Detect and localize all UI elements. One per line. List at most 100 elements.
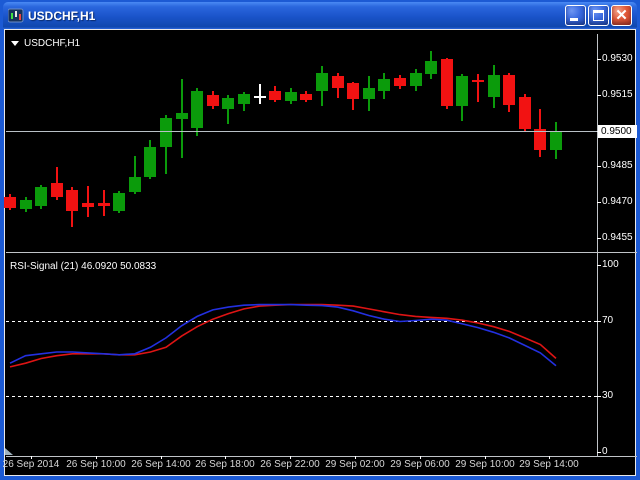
candle-body <box>222 98 234 109</box>
time-axis-label: 29 Sep 10:00 <box>455 459 515 471</box>
candle-wick <box>25 197 27 212</box>
candle-wick <box>243 92 245 111</box>
time-axis-label: 26 Sep 22:00 <box>260 459 320 471</box>
rsi-tick <box>597 396 601 397</box>
rsi-level-line <box>6 321 597 322</box>
candle-wick <box>212 91 214 109</box>
candle-wick <box>274 86 276 102</box>
indicator-panel[interactable] <box>6 253 597 456</box>
rsi-axis-label: 70 <box>602 315 613 327</box>
candle-wick <box>227 95 229 124</box>
candle-wick <box>430 51 432 79</box>
candle-wick <box>415 69 417 91</box>
candle-body <box>332 76 344 88</box>
rsi-axis-label: 0 <box>602 446 608 458</box>
rsi-axis-label: 30 <box>602 390 613 402</box>
candle-wick <box>383 73 385 99</box>
time-axis-label: 29 Sep 02:00 <box>325 459 385 471</box>
time-axis-label: 29 Sep 14:00 <box>519 459 579 471</box>
candle-wick <box>103 190 105 216</box>
chart-shift-triangle-icon <box>5 448 14 456</box>
candle-wick <box>508 73 510 112</box>
signal-line <box>10 305 556 367</box>
price-tick <box>597 59 601 60</box>
candle-wick <box>337 73 339 98</box>
time-axis-label: 26 Sep 18:00 <box>195 459 255 471</box>
price-tick <box>597 95 601 96</box>
candle-body <box>98 203 110 206</box>
candle-body <box>519 97 531 129</box>
indicator-separator[interactable] <box>6 252 637 253</box>
time-axis-label: 26 Sep 2014 <box>3 459 60 471</box>
candle-wick <box>493 65 495 108</box>
symbol-arrow-icon <box>11 41 19 46</box>
candle-wick <box>399 75 401 89</box>
candle-wick <box>461 74 463 121</box>
time-tick <box>485 456 486 459</box>
candle-body <box>35 187 47 206</box>
time-tick <box>549 456 550 459</box>
price-tick <box>597 166 601 167</box>
main-chart-panel[interactable] <box>6 34 597 252</box>
time-tick <box>225 456 226 459</box>
candle-wick <box>149 140 151 179</box>
candle-body <box>456 76 468 106</box>
candle-body <box>472 80 484 82</box>
candle-wick <box>477 74 479 102</box>
candle-wick <box>321 66 323 106</box>
price-axis-label: 0.9455 <box>602 232 633 244</box>
indicator-label: RSI-Signal (21) 46.0920 50.0833 <box>10 261 156 272</box>
candle-body <box>285 92 297 101</box>
time-tick <box>355 456 356 459</box>
minimize-button[interactable] <box>565 5 586 26</box>
window-title: USDCHF,H1 <box>28 9 95 23</box>
rsi-line <box>10 305 556 366</box>
price-tick <box>597 202 601 203</box>
candle-body <box>160 118 172 147</box>
symbol-label-text: USDCHF,H1 <box>24 38 80 49</box>
candle-wick <box>134 156 136 194</box>
candle-body <box>113 193 125 211</box>
candle-wick <box>71 187 73 227</box>
price-axis-label: 0.9470 <box>602 196 633 208</box>
candle-wick <box>555 122 557 159</box>
candle-body <box>363 88 375 99</box>
candle-body <box>207 95 219 106</box>
title-bar[interactable]: USDCHF,H1 ✕ <box>3 2 637 29</box>
chart-app-icon <box>8 8 24 24</box>
candle-wick <box>40 185 42 209</box>
price-axis-line <box>597 34 598 457</box>
candle-wick <box>87 186 89 217</box>
candle-body <box>191 91 203 128</box>
candle-body <box>129 177 141 192</box>
current-price-tag: 0.9500 <box>598 125 637 138</box>
minimize-icon <box>570 18 578 21</box>
candle-wick <box>352 82 354 110</box>
candle-body <box>550 131 562 150</box>
candle-wick <box>368 76 370 111</box>
candle-body <box>425 61 437 74</box>
rsi-tick <box>597 265 601 266</box>
candle-wick <box>446 58 448 109</box>
maximize-icon <box>593 10 604 21</box>
candle-body <box>254 96 266 98</box>
close-button[interactable]: ✕ <box>611 5 632 26</box>
time-tick <box>420 456 421 459</box>
maximize-button[interactable] <box>588 5 609 26</box>
chart-client-area[interactable]: USDCHF,H1 RSI-Signal (21) 46.0920 50.083… <box>4 29 636 476</box>
rsi-lines <box>1 1 640 480</box>
candle-wick <box>290 88 292 104</box>
candle-wick <box>259 84 261 104</box>
candle-body <box>394 78 406 86</box>
chart-layer: USDCHF,H1 RSI-Signal (21) 46.0920 50.083… <box>1 1 640 480</box>
candle-body <box>316 73 328 91</box>
candle-body <box>238 94 250 104</box>
candle-wick <box>118 191 120 213</box>
candle-wick <box>165 115 167 174</box>
price-tick <box>597 238 601 239</box>
price-axis-label: 0.9530 <box>602 53 633 65</box>
rsi-axis-label: 100 <box>602 259 619 271</box>
candle-body <box>534 129 546 150</box>
time-axis-label: 29 Sep 06:00 <box>390 459 450 471</box>
candle-body <box>441 59 453 106</box>
